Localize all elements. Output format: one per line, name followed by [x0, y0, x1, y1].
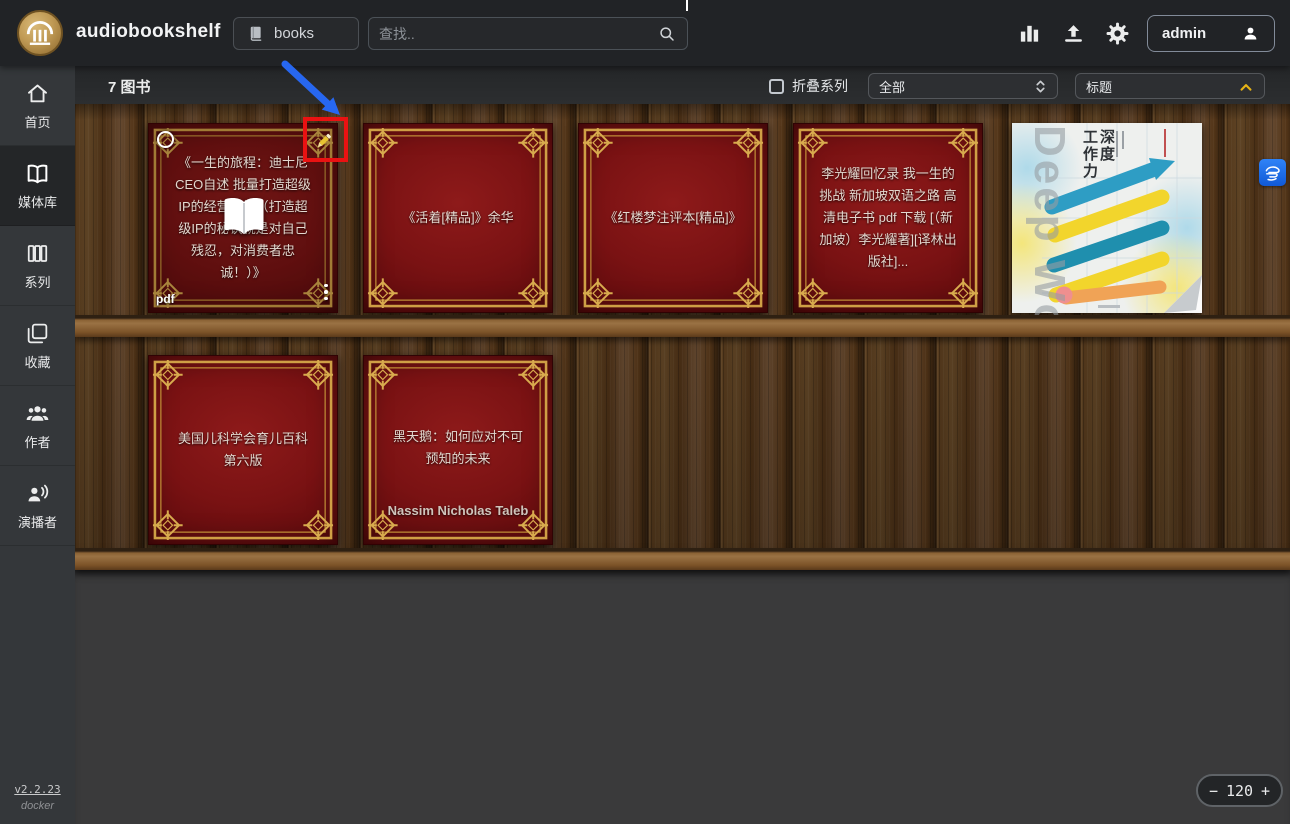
sidebar-item-narrators[interactable]: 演播者	[0, 466, 75, 546]
bar-chart-icon	[1020, 25, 1038, 42]
home-icon	[28, 84, 47, 102]
collections-icon	[27, 323, 48, 343]
sidebar-item-series[interactable]: 系列	[0, 226, 75, 306]
search-input[interactable]	[379, 25, 657, 42]
book-card[interactable]: 《活着[精品]》余华	[363, 123, 553, 313]
select-book-radio[interactable]	[157, 131, 174, 148]
sort-value: 标题	[1086, 79, 1113, 95]
audiobookshelf-logo[interactable]	[17, 10, 63, 56]
cover-size-control: − 120 +	[1196, 774, 1283, 807]
gear-icon	[1106, 22, 1128, 44]
search-box	[368, 17, 688, 50]
size-decrease-button[interactable]: −	[1209, 782, 1218, 800]
book-cover-english-title: Deep Work	[1025, 125, 1074, 315]
series-columns-icon	[27, 244, 48, 262]
platform-label: docker	[20, 800, 55, 812]
library-toolbar: 7 图书 折叠系列 全部 标题	[75, 66, 1290, 104]
library-selector-button[interactable]: books	[233, 17, 359, 50]
open-book-icon	[27, 164, 48, 183]
text-cursor-artifact	[686, 0, 688, 11]
shelf-divider	[75, 548, 1290, 570]
empty-area	[75, 570, 1290, 824]
read-ebook-icon[interactable]	[220, 194, 268, 238]
sidebar-item-label: 演播者	[17, 514, 57, 530]
upload-button[interactable]	[1060, 20, 1086, 46]
sidebar-item-label: 首页	[24, 114, 51, 130]
sidebar-item-label: 收藏	[24, 354, 51, 370]
sidebar-item-label: 媒体库	[17, 194, 57, 210]
filter-select[interactable]: 全部	[868, 73, 1058, 99]
book-card[interactable]: 李光耀回忆录 我一生的挑战 新加坡双语之路 高清电子书 pdf 下载 [（新加坡…	[793, 123, 983, 313]
book-title: 美国儿科学会育儿百科 第六版	[177, 430, 308, 468]
narrator-voice-icon	[28, 484, 49, 501]
shelf-divider	[75, 315, 1290, 337]
collapse-series-checkbox[interactable]	[769, 78, 784, 94]
book-author: Nassim Nicholas Taleb	[387, 503, 529, 518]
collapse-series-label: 折叠系列	[792, 78, 848, 94]
sort-select[interactable]: 标题	[1075, 73, 1265, 99]
library-selector-label: books	[274, 25, 315, 42]
stats-button[interactable]	[1016, 20, 1042, 46]
ime-floating-icon[interactable]	[1259, 159, 1286, 186]
book-card[interactable]: Deep Work 深度 工作力	[1012, 123, 1202, 315]
book-count: 7 图书	[108, 79, 151, 96]
book-title: 《活着[精品]》余华	[402, 209, 514, 225]
size-value: 120	[1225, 781, 1254, 800]
user-account-button[interactable]: admin	[1147, 15, 1275, 52]
search-icon	[660, 26, 674, 41]
username: admin	[1162, 25, 1207, 42]
audiobookshelf-app: 《一生的旅程：迪士尼CEO自述 批量打造超级IP的经营哲学（打造超级IP的秘诀就…	[0, 0, 1290, 824]
sidebar-item-home[interactable]: 首页	[0, 66, 75, 146]
upload-icon	[1064, 24, 1082, 42]
sidebar-item-library[interactable]: 媒体库	[0, 146, 75, 226]
settings-button[interactable]	[1104, 20, 1130, 46]
user-icon	[1244, 27, 1257, 40]
filter-value: 全部	[879, 79, 906, 95]
size-increase-button[interactable]: +	[1261, 782, 1270, 800]
book-card[interactable]: 美国儿科学会育儿百科 第六版	[148, 355, 338, 545]
book-card[interactable]: 《红楼梦注评本[精品]》	[578, 123, 768, 313]
book-title: 李光耀回忆录 我一生的挑战 新加坡双语之路 高清电子书 pdf 下载 [（新加坡…	[819, 165, 957, 270]
sidebar-item-collections[interactable]: 收藏	[0, 306, 75, 386]
sidebar-item-label: 作者	[24, 434, 51, 450]
book-title: 《红楼梦注评本[精品]》	[604, 209, 742, 225]
format-badge: pdf	[156, 292, 175, 306]
app-title: audiobookshelf	[76, 21, 221, 42]
annotation-blue-arrow	[281, 60, 340, 115]
unfold-more-icon	[1036, 80, 1045, 92]
book-cover-chinese-title: 深度 工作力	[1081, 129, 1115, 180]
book-card[interactable]: 黑天鹅：如何应对不可预知的未来 Nassim Nicholas Taleb	[363, 355, 553, 545]
book-menu-icon[interactable]	[317, 279, 335, 305]
version-link[interactable]: v2.2.23	[0, 783, 75, 796]
people-group-icon	[26, 405, 49, 421]
sidebar: 首页 媒体库 系列 收藏 作者 演播者 v2.2.23 docker	[0, 66, 75, 824]
book-icon	[250, 26, 262, 41]
sidebar-item-label: 系列	[24, 274, 51, 290]
sidebar-item-authors[interactable]: 作者	[0, 386, 75, 466]
app-topbar: audiobookshelf books 查找.. admin	[0, 0, 1290, 66]
sort-ascending-chevron-icon	[1240, 83, 1252, 91]
